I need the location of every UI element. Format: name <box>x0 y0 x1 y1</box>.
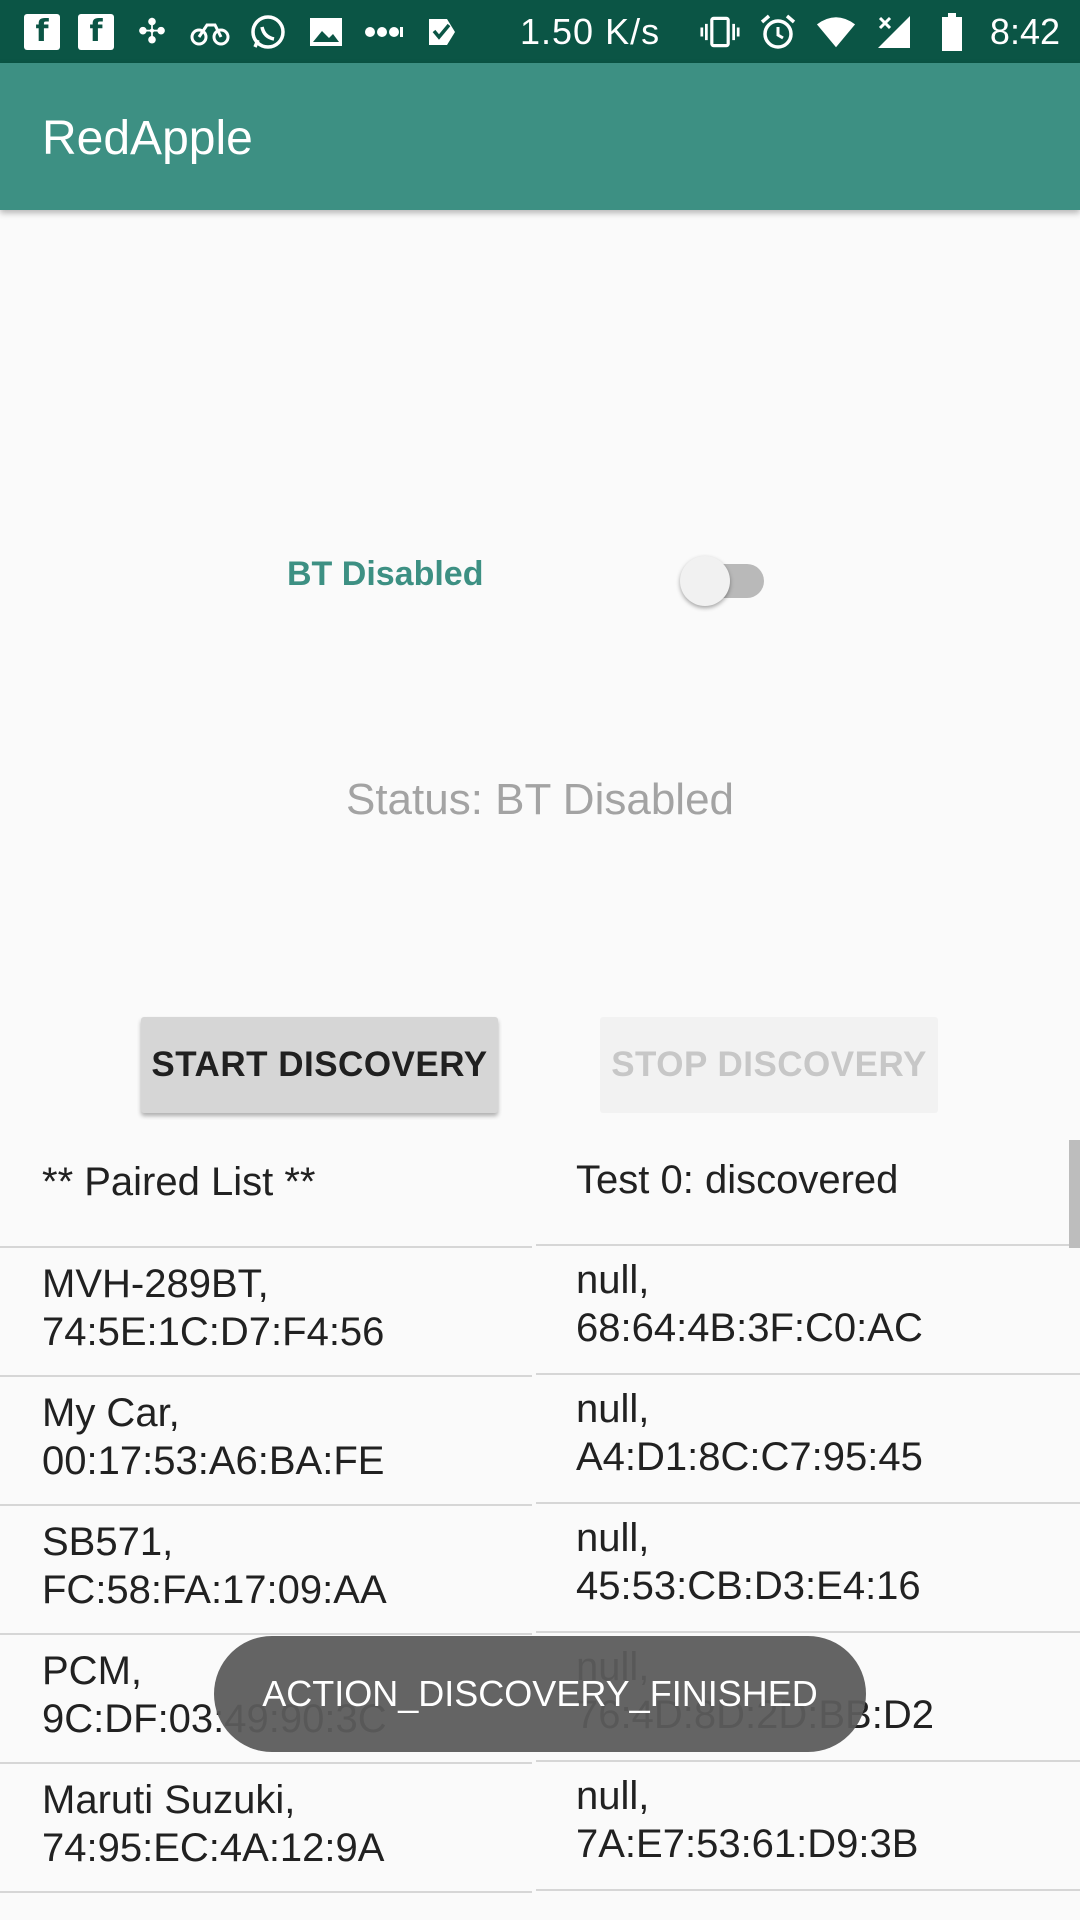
facebook-icon: f <box>78 13 114 50</box>
battery-icon <box>932 12 972 52</box>
network-speed: 1.50 K/s <box>520 10 661 52</box>
toast-message: ACTION_DISCOVERY_FINISHED <box>214 1636 866 1752</box>
paired-device-list[interactable]: ** Paired List ** MVH-289BT, 74:5E:1C:D7… <box>0 1140 532 1893</box>
wifi-icon <box>816 12 856 52</box>
start-discovery-button[interactable]: START DISCOVERY <box>141 1017 498 1113</box>
device-name: null, <box>576 1387 650 1431</box>
device-address: 00:17:53:A6:BA:FE <box>42 1439 385 1483</box>
device-name: null, <box>576 1774 650 1818</box>
list-item[interactable]: MVH-289BT, 74:5E:1C:D7:F4:56 <box>0 1248 532 1377</box>
more-dots-icon <box>364 12 404 52</box>
device-address: 45:53:CB:D3:E4:16 <box>576 1564 921 1608</box>
facebook-icon: f <box>24 13 60 50</box>
device-address: 74:95:EC:4A:12:9A <box>42 1826 385 1870</box>
signal-icon <box>874 12 914 52</box>
pinwheel-icon: ✣ <box>137 11 167 52</box>
bt-switch-label: BT Disabled <box>287 555 484 593</box>
list-item[interactable]: null, 45:53:CB:D3:E4:16 <box>536 1504 1080 1633</box>
device-name: null, <box>576 1258 650 1302</box>
discovered-list-header: Test 0: discovered <box>536 1140 1080 1246</box>
bt-status-text: Status: BT Disabled <box>345 775 735 824</box>
app-bar: RedApple <box>0 63 1080 210</box>
device-address: 7A:E7:53:61:D9:3B <box>576 1822 919 1866</box>
list-item[interactable]: null, 68:64:4B:3F:C0:AC <box>536 1246 1080 1375</box>
stop-discovery-button[interactable]: STOP DISCOVERY <box>600 1017 938 1113</box>
bicycle-icon <box>190 12 230 52</box>
switch-thumb <box>680 556 730 606</box>
list-item[interactable]: Maruti Suzuki, 74:95:EC:4A:12:9A <box>0 1764 532 1893</box>
list-item[interactable]: null, A4:D1:8C:C7:95:45 <box>536 1375 1080 1504</box>
list-item[interactable]: null, 7A:E7:53:61:D9:3B <box>536 1762 1080 1891</box>
paired-list-header: ** Paired List ** <box>0 1140 532 1248</box>
list-scrollbar[interactable] <box>1069 1140 1080 1248</box>
notification-icons: f f ✣ 1.50 K/s <box>0 11 660 53</box>
vibrate-icon <box>700 12 740 52</box>
device-address: 68:64:4B:3F:C0:AC <box>576 1306 923 1350</box>
alarm-icon <box>758 12 798 52</box>
bt-toggle-switch[interactable] <box>680 552 764 606</box>
device-address: FC:58:FA:17:09:AA <box>42 1568 387 1612</box>
device-address: A4:D1:8C:C7:95:45 <box>576 1435 923 1479</box>
discovered-device-list[interactable]: Test 0: discovered null, 68:64:4B:3F:C0:… <box>536 1140 1080 1891</box>
app-title: RedApple <box>42 112 253 165</box>
image-icon <box>306 12 346 52</box>
list-item[interactable]: My Car, 00:17:53:A6:BA:FE <box>0 1377 532 1506</box>
clock: 8:42 <box>989 10 1060 52</box>
checkbox-icon <box>422 12 462 52</box>
device-name: null, <box>576 1516 650 1560</box>
device-name: MVH-289BT, <box>42 1262 269 1306</box>
whatsapp-icon <box>248 12 288 52</box>
device-name: My Car, <box>42 1391 180 1435</box>
status-bar: f f ✣ 1.50 K/s 8:42 <box>0 0 1080 63</box>
device-name: Maruti Suzuki, <box>42 1778 296 1822</box>
device-name: SB571, <box>42 1520 174 1564</box>
device-address: 74:5E:1C:D7:F4:56 <box>42 1310 385 1354</box>
list-item[interactable]: SB571, FC:58:FA:17:09:AA <box>0 1506 532 1635</box>
